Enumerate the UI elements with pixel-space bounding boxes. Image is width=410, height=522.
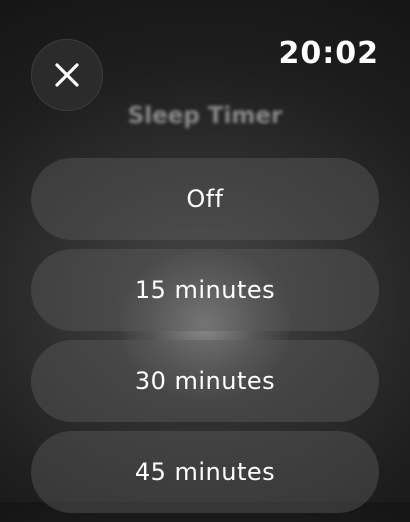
option-30-minutes-button[interactable]: 30 minutes: [31, 340, 379, 422]
sleep-timer-options: Off 15 minutes 30 minutes 45 minutes: [31, 158, 379, 522]
status-time: 20:02: [278, 36, 379, 71]
option-45-minutes-button[interactable]: 45 minutes: [31, 431, 379, 513]
page-title: Sleep Timer: [127, 103, 283, 129]
option-15-minutes-button[interactable]: 15 minutes: [31, 249, 379, 331]
option-off-button[interactable]: Off: [31, 158, 379, 240]
close-icon: [55, 63, 79, 87]
close-button[interactable]: [31, 39, 103, 111]
